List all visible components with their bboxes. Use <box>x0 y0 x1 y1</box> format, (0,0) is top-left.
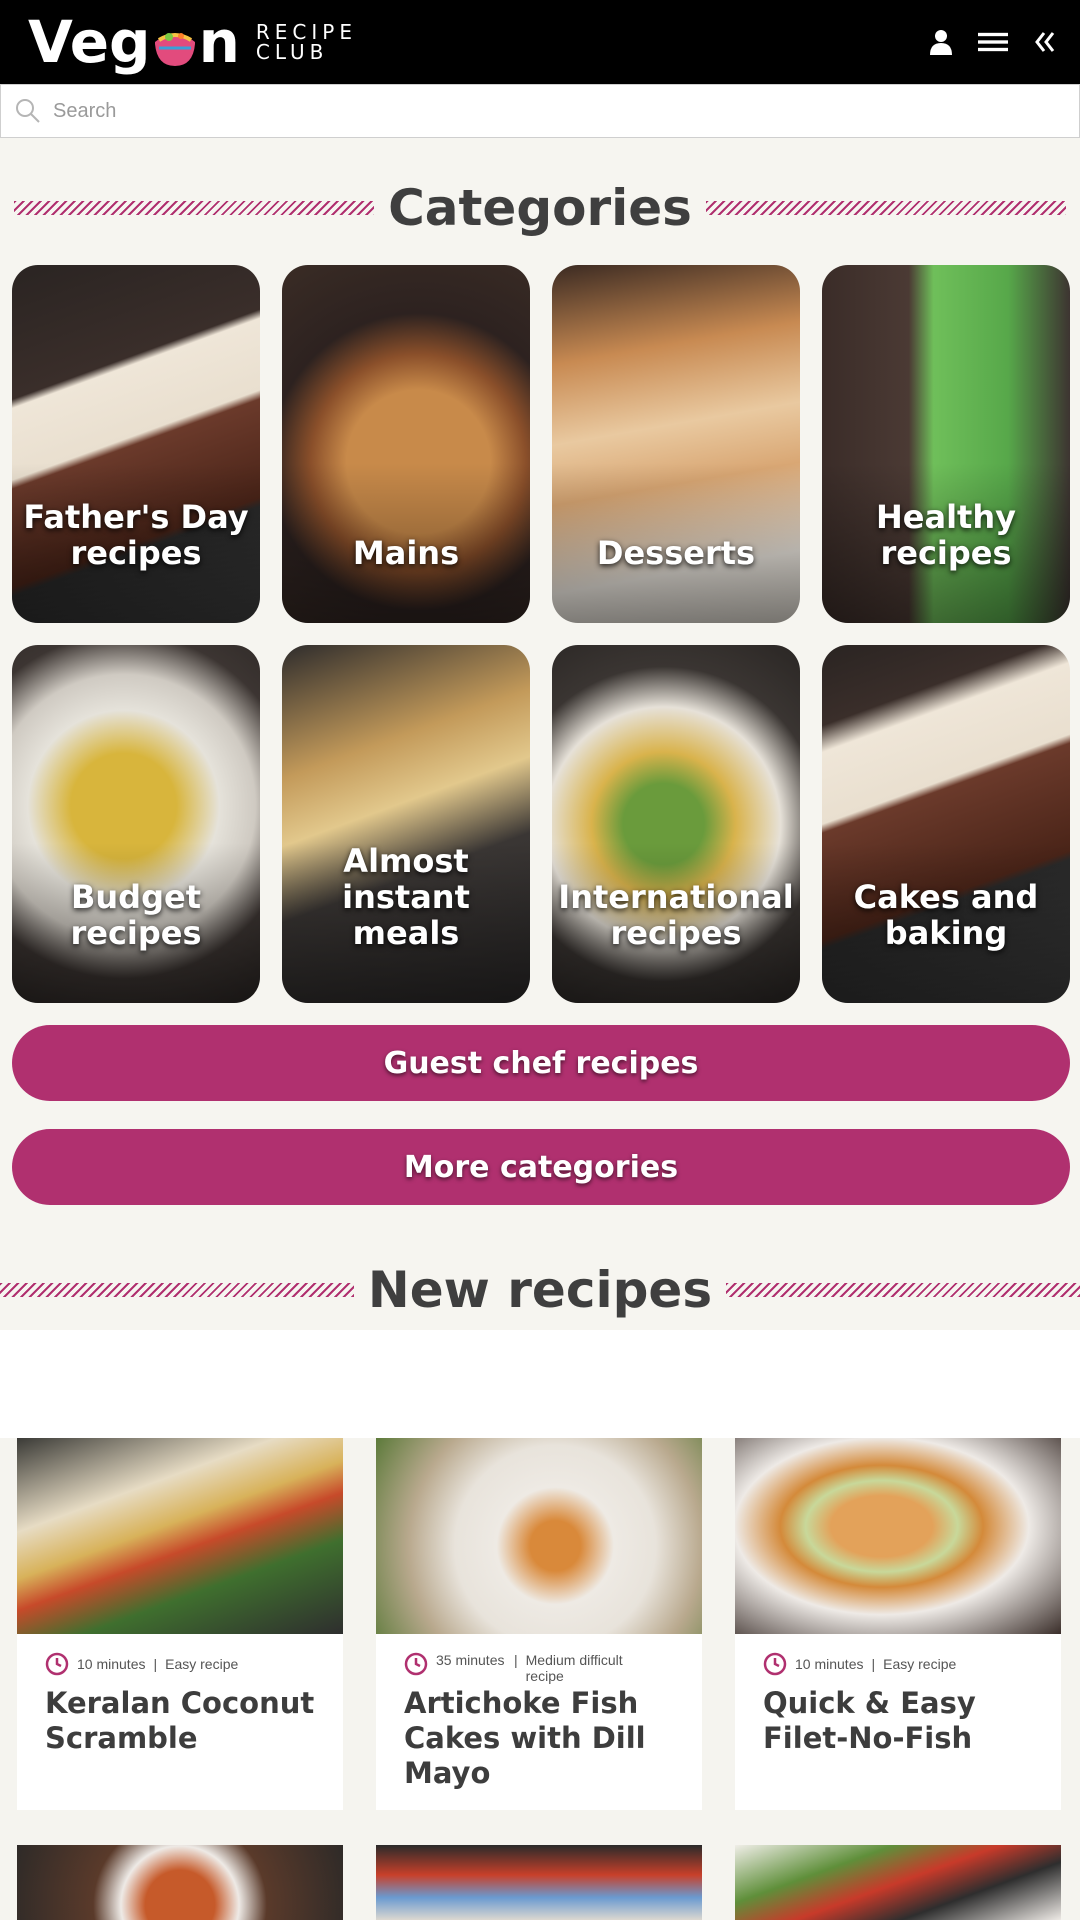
categories-heading: Categories <box>0 178 1080 238</box>
category-label: International recipes <box>558 878 794 952</box>
top-header: Veg n RECIPE CLUB <box>0 0 1080 84</box>
recipe-card[interactable] <box>376 1845 702 1920</box>
recipe-difficulty: Easy recipe <box>165 1656 239 1672</box>
heading-stripe-right <box>705 201 1067 215</box>
recipe-card[interactable] <box>17 1845 343 1920</box>
recipe-title[interactable]: Quick & Easy Filet-No-Fish <box>763 1686 1043 1756</box>
recipe-title[interactable]: Keralan Coconut Scramble <box>45 1686 325 1756</box>
category-card-budget[interactable]: Budget recipes <box>12 645 260 1003</box>
recipe-image[interactable] <box>17 1845 343 1920</box>
category-card-international[interactable]: International recipes <box>552 645 800 1003</box>
heading-stripe-left <box>14 201 375 215</box>
guest-chef-recipes-button[interactable]: Guest chef recipes <box>12 1025 1070 1101</box>
section-title: Categories <box>388 179 692 237</box>
heading-stripe-left <box>0 1283 354 1297</box>
logo-wordmark: Veg n <box>28 8 240 76</box>
double-chevron-left-icon[interactable] <box>1030 26 1060 58</box>
recipe-meta: 35 minutes | Medium difficult recipe <box>404 1652 694 1684</box>
recipe-card[interactable]: 10 minutes | Easy recipe Keralan Coconut… <box>17 1438 343 1810</box>
search-icon <box>16 99 40 123</box>
recipe-difficulty: Medium difficult recipe <box>525 1652 623 1684</box>
category-card-desserts[interactable]: Desserts <box>552 265 800 623</box>
recipe-image[interactable] <box>735 1845 1061 1920</box>
category-card-fathers-day[interactable]: Father's Day recipes <box>12 265 260 623</box>
category-label: Father's Day recipes <box>23 498 249 572</box>
search-input[interactable] <box>51 93 1055 129</box>
clock-icon <box>404 1652 428 1676</box>
recipe-card[interactable]: 10 minutes | Easy recipe Quick & Easy Fi… <box>735 1438 1061 1810</box>
category-label: Budget recipes <box>70 878 202 952</box>
recipe-difficulty: Easy recipe <box>883 1656 957 1672</box>
logo-subtitle: RECIPE CLUB <box>255 20 357 64</box>
category-card-healthy[interactable]: Healthy recipes <box>822 265 1070 623</box>
clock-icon <box>763 1652 787 1676</box>
search-bar <box>0 84 1080 138</box>
category-label: Mains <box>352 534 460 572</box>
category-card-cakes-baking[interactable]: Cakes and baking <box>822 645 1070 1003</box>
bowl-icon <box>154 33 195 66</box>
site-logo[interactable]: Veg n RECIPE CLUB <box>28 10 357 74</box>
new-recipes-heading: New recipes <box>0 1260 1080 1320</box>
category-label: Cakes and baking <box>853 878 1039 952</box>
recipe-meta: 10 minutes | Easy recipe <box>763 1652 956 1676</box>
clock-icon <box>45 1652 69 1676</box>
category-card-mains[interactable]: Mains <box>282 265 530 623</box>
recipe-card[interactable] <box>735 1845 1061 1920</box>
category-card-almost-instant[interactable]: Almost instant meals <box>282 645 530 1003</box>
recipe-image[interactable] <box>17 1438 343 1634</box>
user-icon[interactable] <box>926 26 956 58</box>
category-label: Almost instant meals <box>342 842 470 952</box>
recipe-time: 35 minutes <box>436 1652 505 1668</box>
recipe-time: 10 minutes <box>77 1656 146 1672</box>
more-categories-button[interactable]: More categories <box>12 1129 1070 1205</box>
recipe-image[interactable] <box>376 1438 702 1634</box>
recipe-image[interactable] <box>376 1845 702 1920</box>
category-label: Desserts <box>596 534 756 572</box>
recipe-title[interactable]: Artichoke Fish Cakes with Dill Mayo <box>404 1686 684 1791</box>
recipe-meta: 10 minutes | Easy recipe <box>45 1652 238 1676</box>
recipe-time: 10 minutes <box>795 1656 864 1672</box>
heading-stripe-right <box>726 1283 1080 1297</box>
recipe-image[interactable] <box>735 1438 1061 1634</box>
section-title: New recipes <box>367 1261 713 1319</box>
recipe-card[interactable]: 35 minutes | Medium difficult recipe Art… <box>376 1438 702 1810</box>
category-label: Healthy recipes <box>876 498 1016 572</box>
menu-icon[interactable] <box>978 26 1008 58</box>
